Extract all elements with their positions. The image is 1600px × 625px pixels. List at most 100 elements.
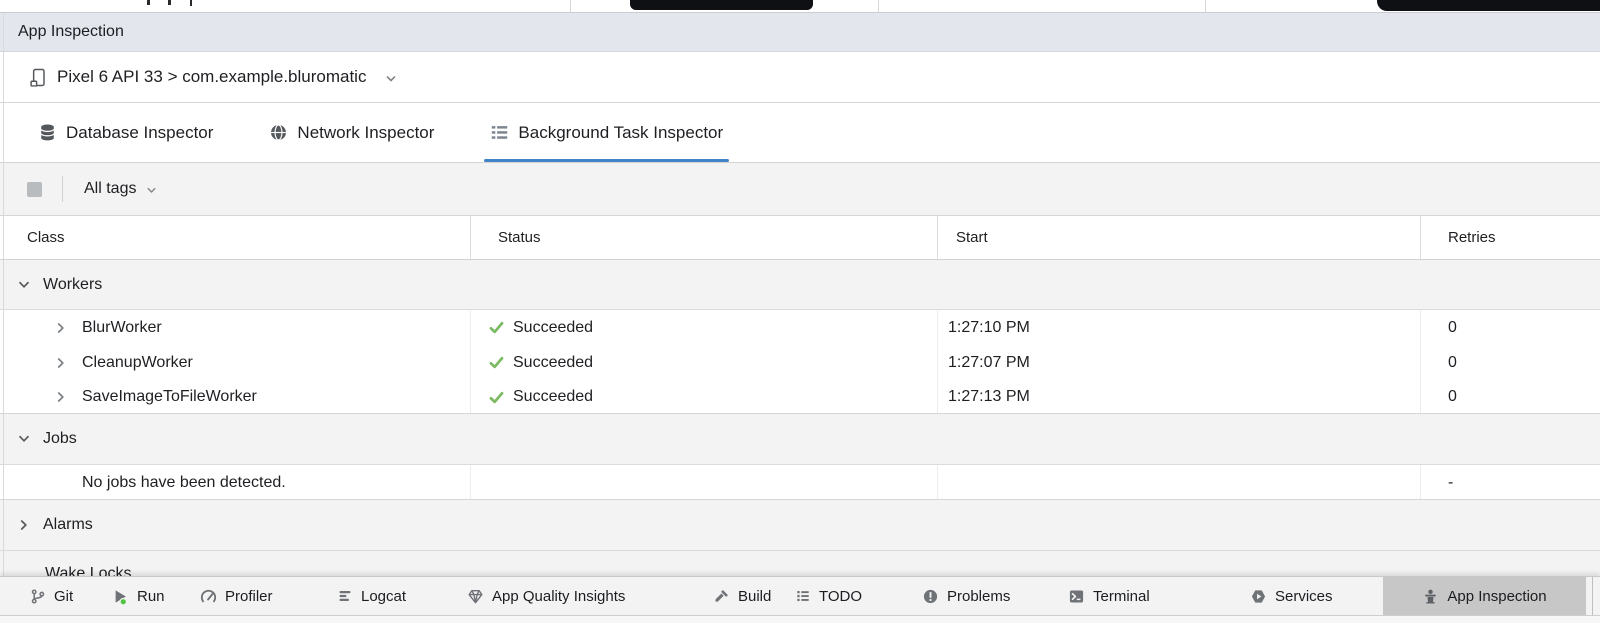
- worker-status: Succeeded: [513, 354, 593, 372]
- statusbar-divider: [1592, 577, 1593, 615]
- statusbar-item-terminal[interactable]: Terminal: [1068, 577, 1150, 615]
- task-list-icon: [490, 123, 509, 142]
- stop-inspection-button[interactable]: [27, 182, 42, 197]
- table-header: Class Status Start Retries: [0, 216, 1600, 260]
- worker-retries: 0: [1448, 354, 1457, 372]
- statusbar-label: Services: [1275, 588, 1333, 605]
- toolbar-divider: [62, 176, 63, 202]
- terminal-icon: [1068, 588, 1085, 605]
- statusbar-label: Problems: [947, 588, 1010, 605]
- statusbar-item-problems[interactable]: Problems: [922, 577, 1010, 615]
- statusbar-label: App Quality Insights: [492, 588, 625, 605]
- statusbar-item-services[interactable]: Services: [1250, 577, 1333, 615]
- group-row-alarms[interactable]: Alarms: [0, 499, 1600, 551]
- success-check-icon: [488, 319, 505, 336]
- statusbar-item-logcat[interactable]: Logcat: [337, 577, 406, 615]
- group-label: Workers: [43, 276, 102, 294]
- chevron-right-icon[interactable]: [53, 389, 69, 405]
- statusbar-item-run[interactable]: Run: [112, 577, 165, 615]
- editor-dark-bar: [630, 0, 813, 10]
- worker-start-time: 1:27:13 PM: [948, 388, 1030, 406]
- worker-start-time: 1:27:07 PM: [948, 354, 1030, 372]
- divider: [1205, 0, 1206, 13]
- chevron-down-icon[interactable]: [16, 431, 32, 447]
- column-header-status: Status: [470, 216, 937, 259]
- statusbar-item-build[interactable]: Build: [713, 577, 771, 615]
- worker-retries: 0: [1448, 319, 1457, 337]
- process-selector[interactable]: Pixel 6 API 33 > com.example.bluromatic: [0, 52, 1600, 103]
- tab-background-task-inspector[interactable]: Background Task Inspector: [490, 103, 723, 162]
- statusbar-label: Run: [137, 588, 165, 605]
- app-inspection-tool-window: App Inspection Pixel 6 API 33 > com.exam…: [0, 0, 1600, 625]
- column-header-start: Start: [937, 216, 1420, 259]
- hammer-icon: [713, 588, 730, 605]
- app-inspection-icon: [1422, 588, 1439, 605]
- text-fragment: [168, 0, 171, 5]
- inspector-tabs: Database Inspector Network Inspector Bac…: [0, 103, 1600, 163]
- success-check-icon: [488, 389, 505, 406]
- tab-label: Background Task Inspector: [518, 123, 723, 143]
- statusbar-label: Terminal: [1093, 588, 1150, 605]
- divider: [878, 0, 879, 13]
- process-selector-label: Pixel 6 API 33 > com.example.bluromatic: [57, 67, 366, 87]
- worker-class: CleanupWorker: [82, 354, 193, 372]
- database-icon: [38, 123, 57, 142]
- worker-status: Succeeded: [513, 319, 593, 337]
- statusbar-label: App Inspection: [1447, 588, 1546, 605]
- statusbar-label: TODO: [819, 588, 862, 605]
- statusbar-label: Git: [54, 588, 73, 605]
- worker-start-time: 1:27:10 PM: [948, 319, 1030, 337]
- tab-label: Network Inspector: [297, 123, 434, 143]
- statusbar-item-profiler[interactable]: Profiler: [200, 577, 273, 615]
- panel-header: App Inspection: [0, 13, 1600, 52]
- table-row-blurworker[interactable]: BlurWorker Succeeded 1:27:10 PM 0: [0, 310, 1600, 345]
- empty-message: No jobs have been detected.: [82, 474, 286, 492]
- panel-left-border: [3, 13, 4, 578]
- table-row-saveimagetofileworker[interactable]: SaveImageToFileWorker Succeeded 1:27:13 …: [0, 380, 1600, 414]
- all-tags-dropdown[interactable]: All tags: [84, 180, 158, 198]
- divider: [570, 0, 571, 13]
- filter-toolbar: All tags: [0, 163, 1600, 216]
- error-circle-icon: [922, 588, 939, 605]
- text-fragment: [190, 0, 192, 6]
- statusbar-label: Logcat: [361, 588, 406, 605]
- services-icon: [1250, 588, 1267, 605]
- worker-class: SaveImageToFileWorker: [82, 388, 257, 406]
- group-label: Jobs: [43, 430, 77, 448]
- run-icon: [112, 588, 129, 605]
- chevron-right-icon[interactable]: [53, 355, 69, 371]
- group-row-wakelocks[interactable]: Wake Locks: [0, 551, 1600, 576]
- statusbar-item-git[interactable]: Git: [30, 577, 73, 615]
- device-icon: [30, 68, 47, 87]
- column-header-retries: Retries: [1420, 216, 1600, 259]
- group-label: Wake Locks: [45, 565, 132, 576]
- gem-icon: [467, 588, 484, 605]
- all-tags-label: All tags: [84, 180, 136, 198]
- git-branch-icon: [30, 588, 46, 605]
- profiler-gauge-icon: [200, 588, 217, 605]
- chevron-down-icon: [145, 184, 158, 197]
- chevron-right-icon[interactable]: [16, 517, 32, 533]
- statusbar-item-app-quality-insights[interactable]: App Quality Insights: [467, 577, 625, 615]
- chevron-down-icon: [384, 72, 398, 86]
- group-label: Alarms: [43, 516, 93, 534]
- success-check-icon: [488, 354, 505, 371]
- statusbar-item-app-inspection[interactable]: App Inspection: [1383, 577, 1586, 615]
- statusbar-item-todo[interactable]: TODO: [795, 577, 862, 615]
- tab-network-inspector[interactable]: Network Inspector: [269, 103, 434, 162]
- table-row-no-jobs: No jobs have been detected. -: [0, 465, 1600, 500]
- table-row-cleanupworker[interactable]: CleanupWorker Succeeded 1:27:07 PM 0: [0, 345, 1600, 380]
- empty-retries: -: [1448, 474, 1453, 492]
- worker-status: Succeeded: [513, 388, 593, 406]
- editor-dark-corner: [1377, 0, 1600, 11]
- chevron-right-icon[interactable]: [53, 320, 69, 336]
- status-bar: Git Run Profiler Logcat: [0, 576, 1600, 615]
- bottom-strip: [0, 615, 1600, 623]
- group-row-workers[interactable]: Workers: [0, 260, 1600, 310]
- worker-class: BlurWorker: [82, 319, 162, 337]
- worker-retries: 0: [1448, 388, 1457, 406]
- tab-database-inspector[interactable]: Database Inspector: [38, 103, 213, 162]
- group-row-jobs[interactable]: Jobs: [0, 413, 1600, 465]
- logcat-lines-icon: [337, 588, 353, 604]
- chevron-down-icon[interactable]: [16, 277, 32, 293]
